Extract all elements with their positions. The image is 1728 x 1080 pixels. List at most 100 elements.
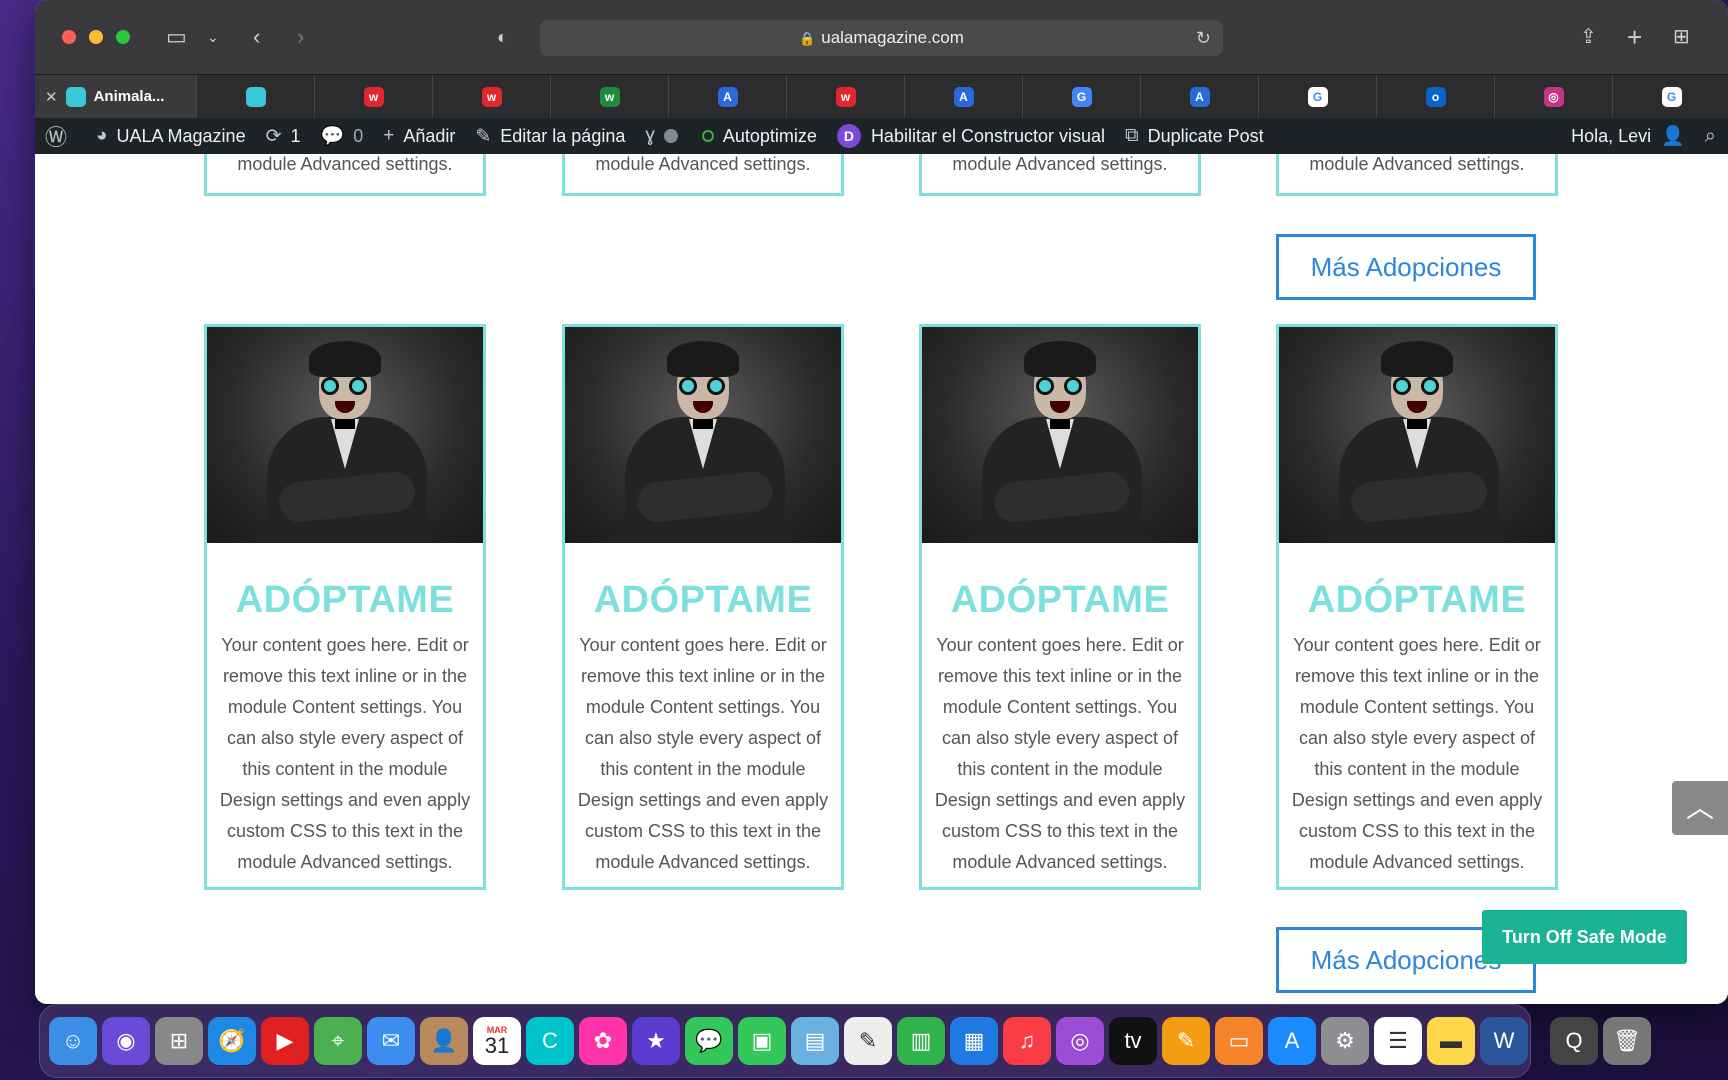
autoptimize-link[interactable]: Autoptimize: [701, 126, 817, 147]
tab-favicon-icon: [65, 86, 86, 107]
calendar-day: 31: [484, 1033, 510, 1058]
facetime-icon[interactable]: ▣: [738, 1017, 786, 1065]
forward-icon[interactable]: ›: [297, 22, 304, 52]
card-prev-text: module Advanced settings.: [952, 154, 1168, 174]
textedit-icon[interactable]: ✎: [844, 1017, 892, 1065]
system-preferences-icon[interactable]: ⚙: [1321, 1017, 1369, 1065]
tab[interactable]: G: [1613, 75, 1728, 118]
card-text: Your content goes here. Edit or remove t…: [577, 635, 829, 872]
comments-link[interactable]: 💬 0: [321, 124, 364, 148]
numbers-icon[interactable]: ▥: [897, 1017, 945, 1065]
back-to-top-button[interactable]: ︿: [1672, 781, 1728, 835]
tab[interactable]: w: [433, 75, 551, 118]
card-text: Your content goes here. Edit or remove t…: [1291, 635, 1543, 872]
launchpad-icon[interactable]: ⊞: [155, 1017, 203, 1065]
music-icon[interactable]: ♫: [1003, 1017, 1051, 1065]
quicktime-icon[interactable]: Q: [1550, 1017, 1598, 1065]
tab[interactable]: G: [1023, 75, 1141, 118]
tv-icon[interactable]: tv: [1109, 1017, 1157, 1065]
notes-icon[interactable]: ▬: [1427, 1017, 1475, 1065]
tab[interactable]: ◎: [1495, 75, 1613, 118]
card-bottom-prev: module Advanced settings.: [204, 154, 486, 196]
browser-toolbar: ▭ ⌄ ‹ › ◐ 🔒 ualamagazine.com ↻ ⇪ + ⊞: [35, 0, 1728, 74]
tab[interactable]: G: [1259, 75, 1377, 118]
siri-icon[interactable]: ◉: [102, 1017, 150, 1065]
minimize-window-button[interactable]: [89, 30, 103, 44]
shield-icon[interactable]: ◐: [497, 22, 508, 52]
pages-icon[interactable]: ✎: [1162, 1017, 1210, 1065]
tab[interactable]: A: [905, 75, 1023, 118]
trash-icon[interactable]: 🗑: [1603, 1017, 1651, 1065]
tab[interactable]: [197, 75, 315, 118]
card-bottom-prev: module Advanced settings.: [919, 154, 1201, 196]
tab[interactable]: A: [669, 75, 787, 118]
app-store-icon[interactable]: A: [1268, 1017, 1316, 1065]
finder-icon[interactable]: ☺: [49, 1017, 97, 1065]
tab[interactable]: A: [1141, 75, 1259, 118]
divi-builder-link[interactable]: D Habilitar el Constructor visual: [836, 124, 1105, 148]
close-window-button[interactable]: [62, 30, 76, 44]
calendar-icon[interactable]: MAR 31: [473, 1017, 521, 1065]
contacts-icon[interactable]: 👤: [420, 1017, 468, 1065]
wallapop-w-icon: w: [363, 86, 384, 107]
search-icon[interactable]: ⌕: [1705, 125, 1716, 148]
back-icon[interactable]: ‹: [253, 22, 260, 52]
updates-icon: ⟳: [265, 125, 282, 147]
more-adoptions-button[interactable]: Más Adopciones: [1276, 234, 1536, 300]
edit-page-link[interactable]: ✎ Editar la página: [475, 125, 625, 148]
preview-icon[interactable]: ▤: [791, 1017, 839, 1065]
updates-link[interactable]: ⟳ 1: [266, 125, 301, 148]
tab[interactable]: o: [1377, 75, 1495, 118]
youtube-icon[interactable]: ▶: [261, 1017, 309, 1065]
adopt-card: ADÓPTAME Your content goes here. Edit or …: [562, 324, 844, 890]
duplicate-post-link[interactable]: ⧉ Duplicate Post: [1125, 125, 1264, 147]
books-icon[interactable]: ▭: [1215, 1017, 1263, 1065]
new-tab-icon[interactable]: +: [1627, 22, 1642, 52]
card-text: Your content goes here. Edit or remove t…: [934, 635, 1186, 872]
messages-icon[interactable]: 💬: [685, 1017, 733, 1065]
wp-logo[interactable]: Ⓦ: [45, 120, 76, 152]
share-icon[interactable]: ⇪: [1580, 22, 1597, 52]
photos-icon[interactable]: ✿: [579, 1017, 627, 1065]
maps-icon[interactable]: ⌖: [314, 1017, 362, 1065]
translate-a-icon: A: [717, 86, 738, 107]
mail-icon[interactable]: ✉: [367, 1017, 415, 1065]
reload-icon[interactable]: ↻: [1196, 20, 1211, 56]
tab[interactable]: w: [551, 75, 669, 118]
turn-off-safe-mode-button[interactable]: Turn Off Safe Mode: [1482, 910, 1687, 964]
sidebar-icon[interactable]: ▭: [166, 22, 187, 52]
user-avatar-icon: 👤: [1661, 126, 1685, 147]
safari-icon[interactable]: 🧭: [208, 1017, 256, 1065]
dock: ☺ ◉ ⊞ 🧭 ▶ ⌖ ✉ 👤 MAR 31 C ✿ ★ 💬 ▣ ▤ ✎ ▥ ▦ ♫ ◎ tv ✎ ▭ A ⚙ ☰ ▬ W Q 🗑: [39, 1004, 1651, 1078]
divi-icon: D: [836, 124, 861, 148]
duplicate-label: Duplicate Post: [1147, 125, 1264, 146]
card-bottom-prev: module Advanced settings.: [562, 154, 844, 196]
url-text: ualamagazine.com: [821, 28, 964, 47]
reminders-icon[interactable]: ☰: [1374, 1017, 1422, 1065]
my-account-link[interactable]: Hola, Levi 👤: [1571, 124, 1685, 148]
tab-title: Animala...: [93, 88, 165, 105]
podcasts-icon[interactable]: ◎: [1056, 1017, 1104, 1065]
tab[interactable]: w: [787, 75, 905, 118]
google-g-icon: G: [1307, 86, 1328, 107]
tab-active[interactable]: ✕ Animala...: [35, 75, 197, 118]
tab-overview-icon[interactable]: ⊞: [1673, 22, 1690, 52]
yoast-link[interactable]: ɣ: [645, 125, 682, 147]
chevron-down-icon[interactable]: ⌄: [207, 22, 219, 52]
add-new-link[interactable]: + Añadir: [383, 125, 455, 147]
keynote-icon[interactable]: ▦: [950, 1017, 998, 1065]
close-tab-icon[interactable]: ✕: [45, 88, 58, 106]
address-bar[interactable]: 🔒 ualamagazine.com ↻: [540, 20, 1223, 56]
zoom-window-button[interactable]: [116, 30, 130, 44]
duplicate-icon: ⧉: [1125, 125, 1139, 146]
imovie-icon[interactable]: ★: [632, 1017, 680, 1065]
seo-status-dot: [663, 129, 678, 143]
word-icon[interactable]: W: [1480, 1017, 1528, 1065]
card-title: ADÓPTAME: [593, 579, 813, 621]
pencil-icon: ✎: [475, 125, 492, 147]
canva-icon[interactable]: C: [526, 1017, 574, 1065]
tab[interactable]: w: [315, 75, 433, 118]
site-name-link[interactable]: ◕ UALA Magazine: [96, 125, 246, 147]
wordpress-icon: Ⓦ: [45, 125, 68, 150]
adopt-card: ADÓPTAME Your content goes here. Edit or …: [1276, 324, 1558, 890]
